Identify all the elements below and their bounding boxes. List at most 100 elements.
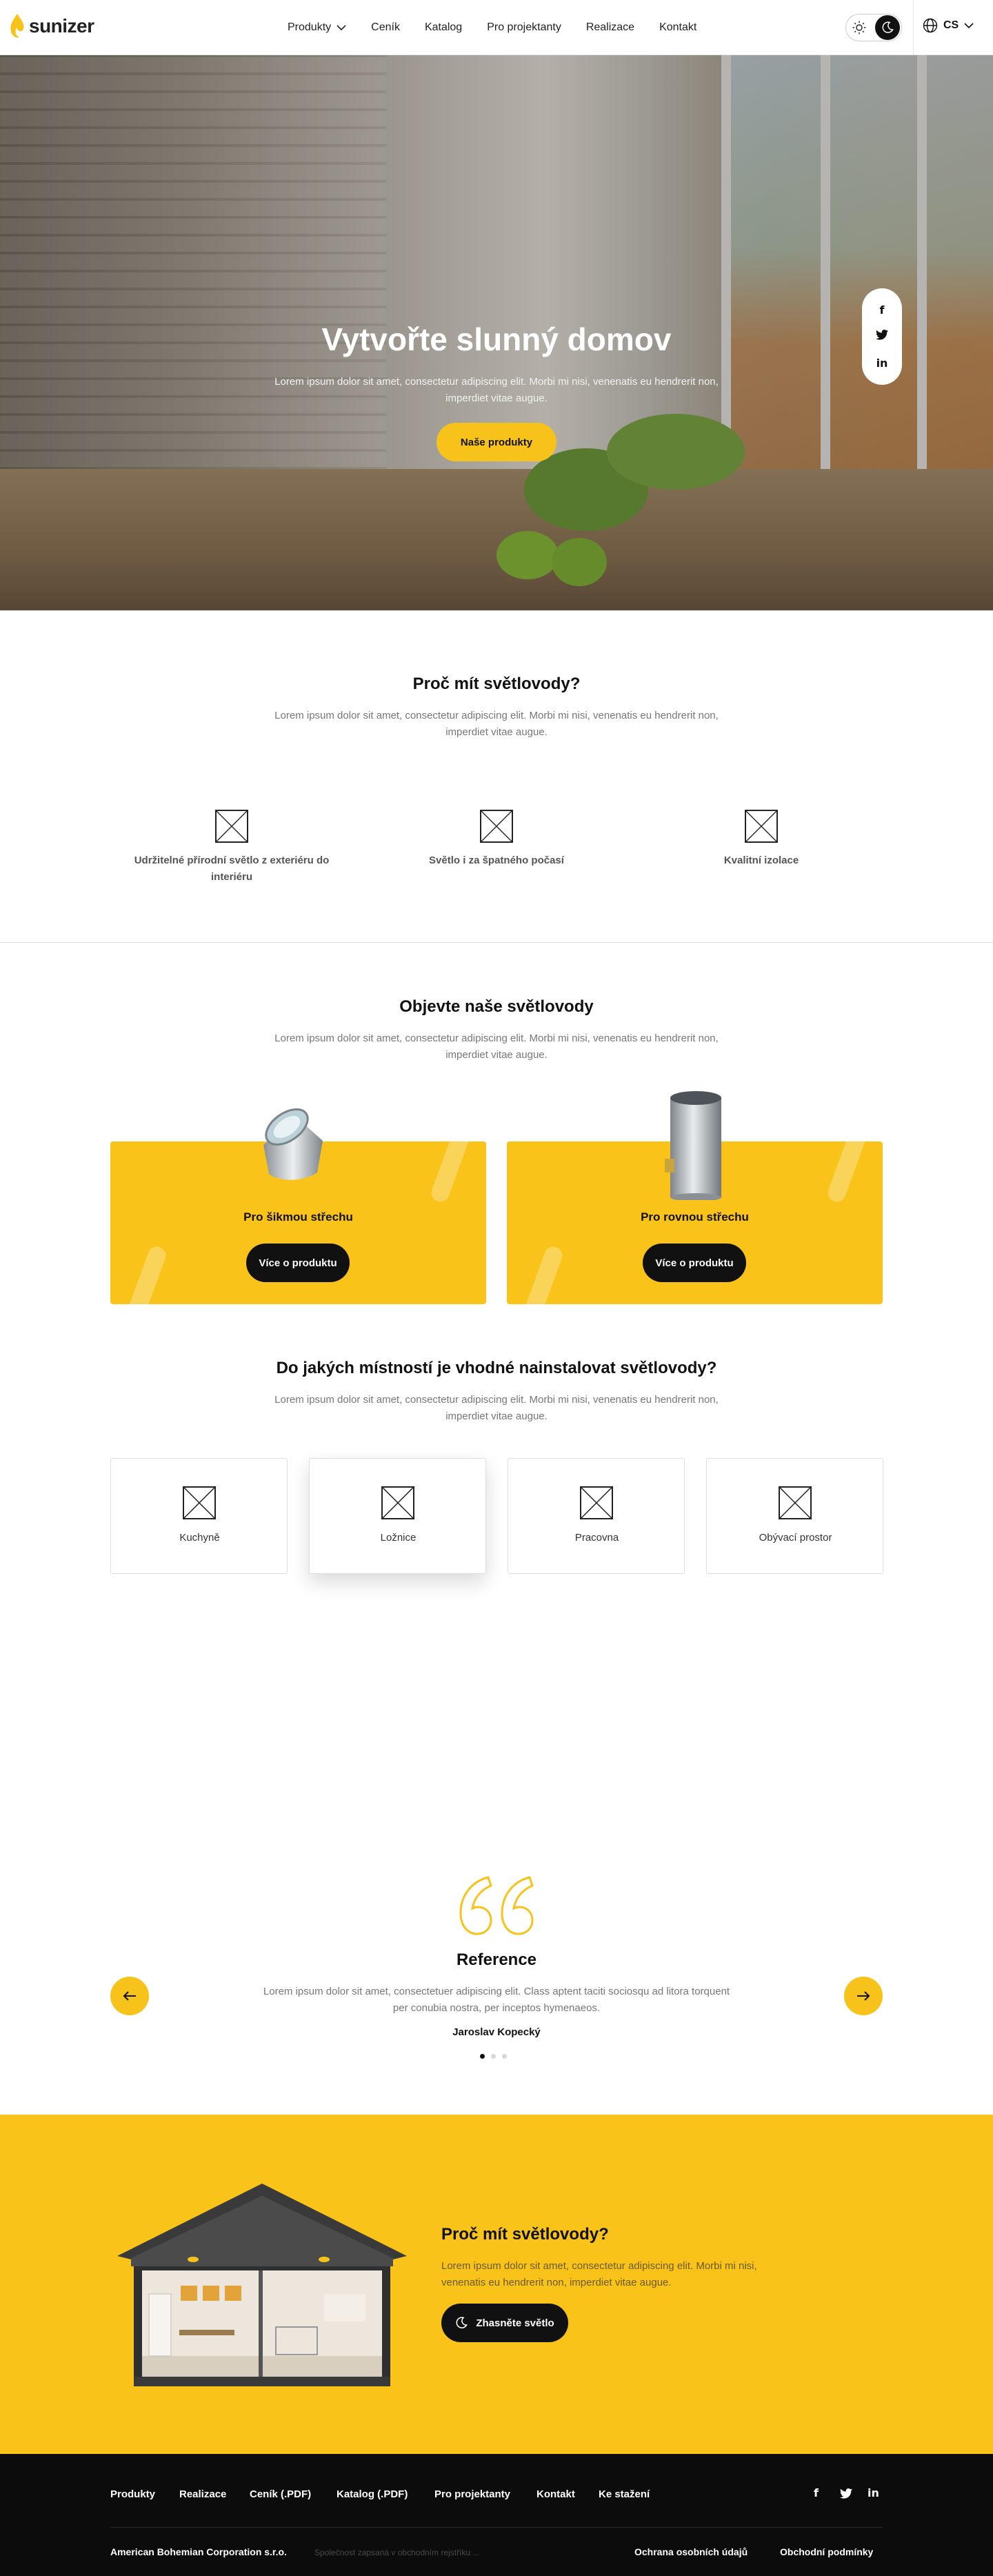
twitter-icon[interactable] <box>840 2488 852 2502</box>
flat-roof-tube-image <box>665 1091 721 1200</box>
nav-label: Produkty <box>288 21 332 33</box>
switch-off-light-button[interactable]: Zhasněte světlo <box>441 2304 568 2342</box>
previous-slide-button[interactable] <box>110 1977 149 2015</box>
header-divider <box>913 0 914 55</box>
room-label: Ložnice <box>380 1532 417 1544</box>
footer-link-kontakt[interactable]: Kontakt <box>536 2488 575 2500</box>
terms-link[interactable]: Obchodní podmínky <box>780 2546 873 2557</box>
company-name: American Bohemian Corporation s.r.o. <box>110 2546 287 2557</box>
arrow-left-icon <box>123 1991 136 2001</box>
nav-label: Katalog <box>424 21 463 33</box>
cta-title: Proč mít světlovody? <box>441 2225 609 2244</box>
hero-title: Vytvořte slunný domov <box>321 321 672 357</box>
social-bar: f in <box>862 288 902 385</box>
cta-section: Proč mít světlovody? Lorem ipsum dolor s… <box>0 2115 993 2454</box>
next-slide-button[interactable] <box>844 1977 883 2015</box>
moon-icon[interactable] <box>875 15 900 40</box>
chevron-down-icon <box>337 25 346 30</box>
card-decoration <box>125 1244 169 1304</box>
feature-label: Světlo i za špatného počasí <box>429 855 564 866</box>
product-more-button[interactable]: Více o produktu <box>643 1244 746 1282</box>
nav-item-cenik[interactable]: Ceník <box>371 21 400 34</box>
insulation-feature-icon <box>745 810 778 843</box>
products-title: Objevte naše světlovody <box>399 997 594 1016</box>
nav-label: Ceník <box>371 21 400 33</box>
feature-label: Udržitelné přírodní světlo z exteriéru d… <box>134 855 330 883</box>
section-divider <box>0 942 993 943</box>
facebook-icon[interactable]: f <box>814 2486 819 2499</box>
twitter-icon[interactable] <box>876 330 888 343</box>
footer-link-pro-projektanty[interactable]: Pro projektanty <box>434 2488 510 2500</box>
house-illustration <box>117 2184 407 2386</box>
linkedin-icon[interactable]: in <box>876 357 888 370</box>
footer-divider <box>110 2527 883 2528</box>
hero: Vytvořte slunný domov Lorem ipsum dolor … <box>0 55 993 610</box>
daylight-feature-icon <box>215 810 248 843</box>
hero-text: Lorem ipsum dolor sit amet, consectetur … <box>274 376 719 404</box>
room-card-living-room[interactable]: Obývací prostor <box>706 1458 883 1574</box>
nav-item-produkty[interactable]: Produkty <box>288 21 346 34</box>
moon-icon <box>456 2317 468 2328</box>
room-label: Obývací prostor <box>759 1532 832 1544</box>
room-label: Pracovna <box>574 1532 619 1544</box>
footer-link-katalog[interactable]: Katalog (.PDF) <box>337 2488 408 2500</box>
kitchen-icon <box>183 1486 216 1519</box>
slider-dot[interactable] <box>491 2054 496 2059</box>
products-text: Lorem ipsum dolor sit amet, consectetur … <box>274 1032 719 1061</box>
site-footer: Produkty Realizace Ceník (.PDF) Katalog … <box>0 2454 993 2576</box>
card-decoration <box>825 1141 869 1205</box>
chevron-down-icon <box>964 23 974 28</box>
site-header: sunizer Produkty Ceník Katalog Pro proje… <box>0 0 993 55</box>
facebook-icon[interactable]: f <box>880 303 885 317</box>
linkedin-icon[interactable]: in <box>867 2486 879 2499</box>
room-card-kitchen[interactable]: Kuchyně <box>110 1458 288 1574</box>
logo[interactable]: sunizer <box>10 14 94 39</box>
card-decoration <box>521 1244 565 1304</box>
footer-link-cenik[interactable]: Ceník (.PDF) <box>250 2488 311 2500</box>
rooms-text: Lorem ipsum dolor sit amet, consectetur … <box>274 1394 719 1422</box>
why-text: Lorem ipsum dolor sit amet, consectetur … <box>274 710 719 738</box>
study-icon <box>580 1486 613 1519</box>
nav-label: Realizace <box>585 21 635 33</box>
product-more-button[interactable]: Více o produktu <box>246 1244 350 1282</box>
room-card-bedroom[interactable]: Ložnice <box>309 1458 486 1574</box>
room-card-study[interactable]: Pracovna <box>508 1458 685 1574</box>
flame-icon <box>10 14 24 38</box>
language-code: CS <box>943 19 959 31</box>
cta-text: Lorem ipsum dolor sit amet, consectetur … <box>441 2260 757 2288</box>
bedroom-icon <box>381 1486 414 1519</box>
room-label: Kuchyně <box>179 1532 220 1544</box>
weather-feature-icon <box>480 810 513 843</box>
theme-toggle[interactable] <box>845 14 902 41</box>
footer-link-ke-stazeni[interactable]: Ke stažení <box>599 2488 650 2500</box>
card-decoration <box>428 1141 472 1205</box>
footer-link-produkty[interactable]: Produkty <box>110 2488 155 2500</box>
reference-title: Reference <box>456 1950 537 1969</box>
company-note: Společnost zapsaná v obchodním rejstříku… <box>314 2548 480 2557</box>
nav-item-katalog[interactable]: Katalog <box>425 21 462 34</box>
living-room-icon <box>779 1486 812 1519</box>
logo-text: sunizer <box>29 15 94 37</box>
globe-icon <box>923 18 938 33</box>
product-title: Pro rovnou střechu <box>641 1210 749 1224</box>
why-title: Proč mít světlovody? <box>412 675 581 693</box>
our-products-button[interactable]: Naše produkty <box>437 423 556 461</box>
nav-label: Kontakt <box>659 21 697 33</box>
feature-label: Kvalitní izolace <box>723 855 799 866</box>
language-selector[interactable]: CS <box>923 18 974 33</box>
nav-item-realizace[interactable]: Realizace <box>586 21 634 34</box>
nav-item-kontakt[interactable]: Kontakt <box>659 21 696 34</box>
reference-author: Jaroslav Kopecký <box>452 2026 541 2038</box>
footer-link-realizace[interactable]: Realizace <box>179 2488 226 2500</box>
arrow-right-icon <box>857 1991 870 2001</box>
nav-item-pro-projektanty[interactable]: Pro projektanty <box>487 21 561 34</box>
main-nav: Produkty Ceník Katalog Pro projektanty R… <box>288 0 721 55</box>
slider-dot[interactable] <box>480 2054 485 2059</box>
product-title: Pro šikmou střechu <box>243 1210 353 1224</box>
button-label: Zhasněte světlo <box>476 2317 554 2329</box>
slider-dot[interactable] <box>502 2054 507 2059</box>
privacy-link[interactable]: Ochrana osobních údajů <box>634 2546 748 2557</box>
sun-icon[interactable] <box>847 16 871 39</box>
reference-text: Lorem ipsum dolor sit amet, consectetuer… <box>263 1986 730 2014</box>
angled-roof-tube-image <box>263 1108 323 1180</box>
